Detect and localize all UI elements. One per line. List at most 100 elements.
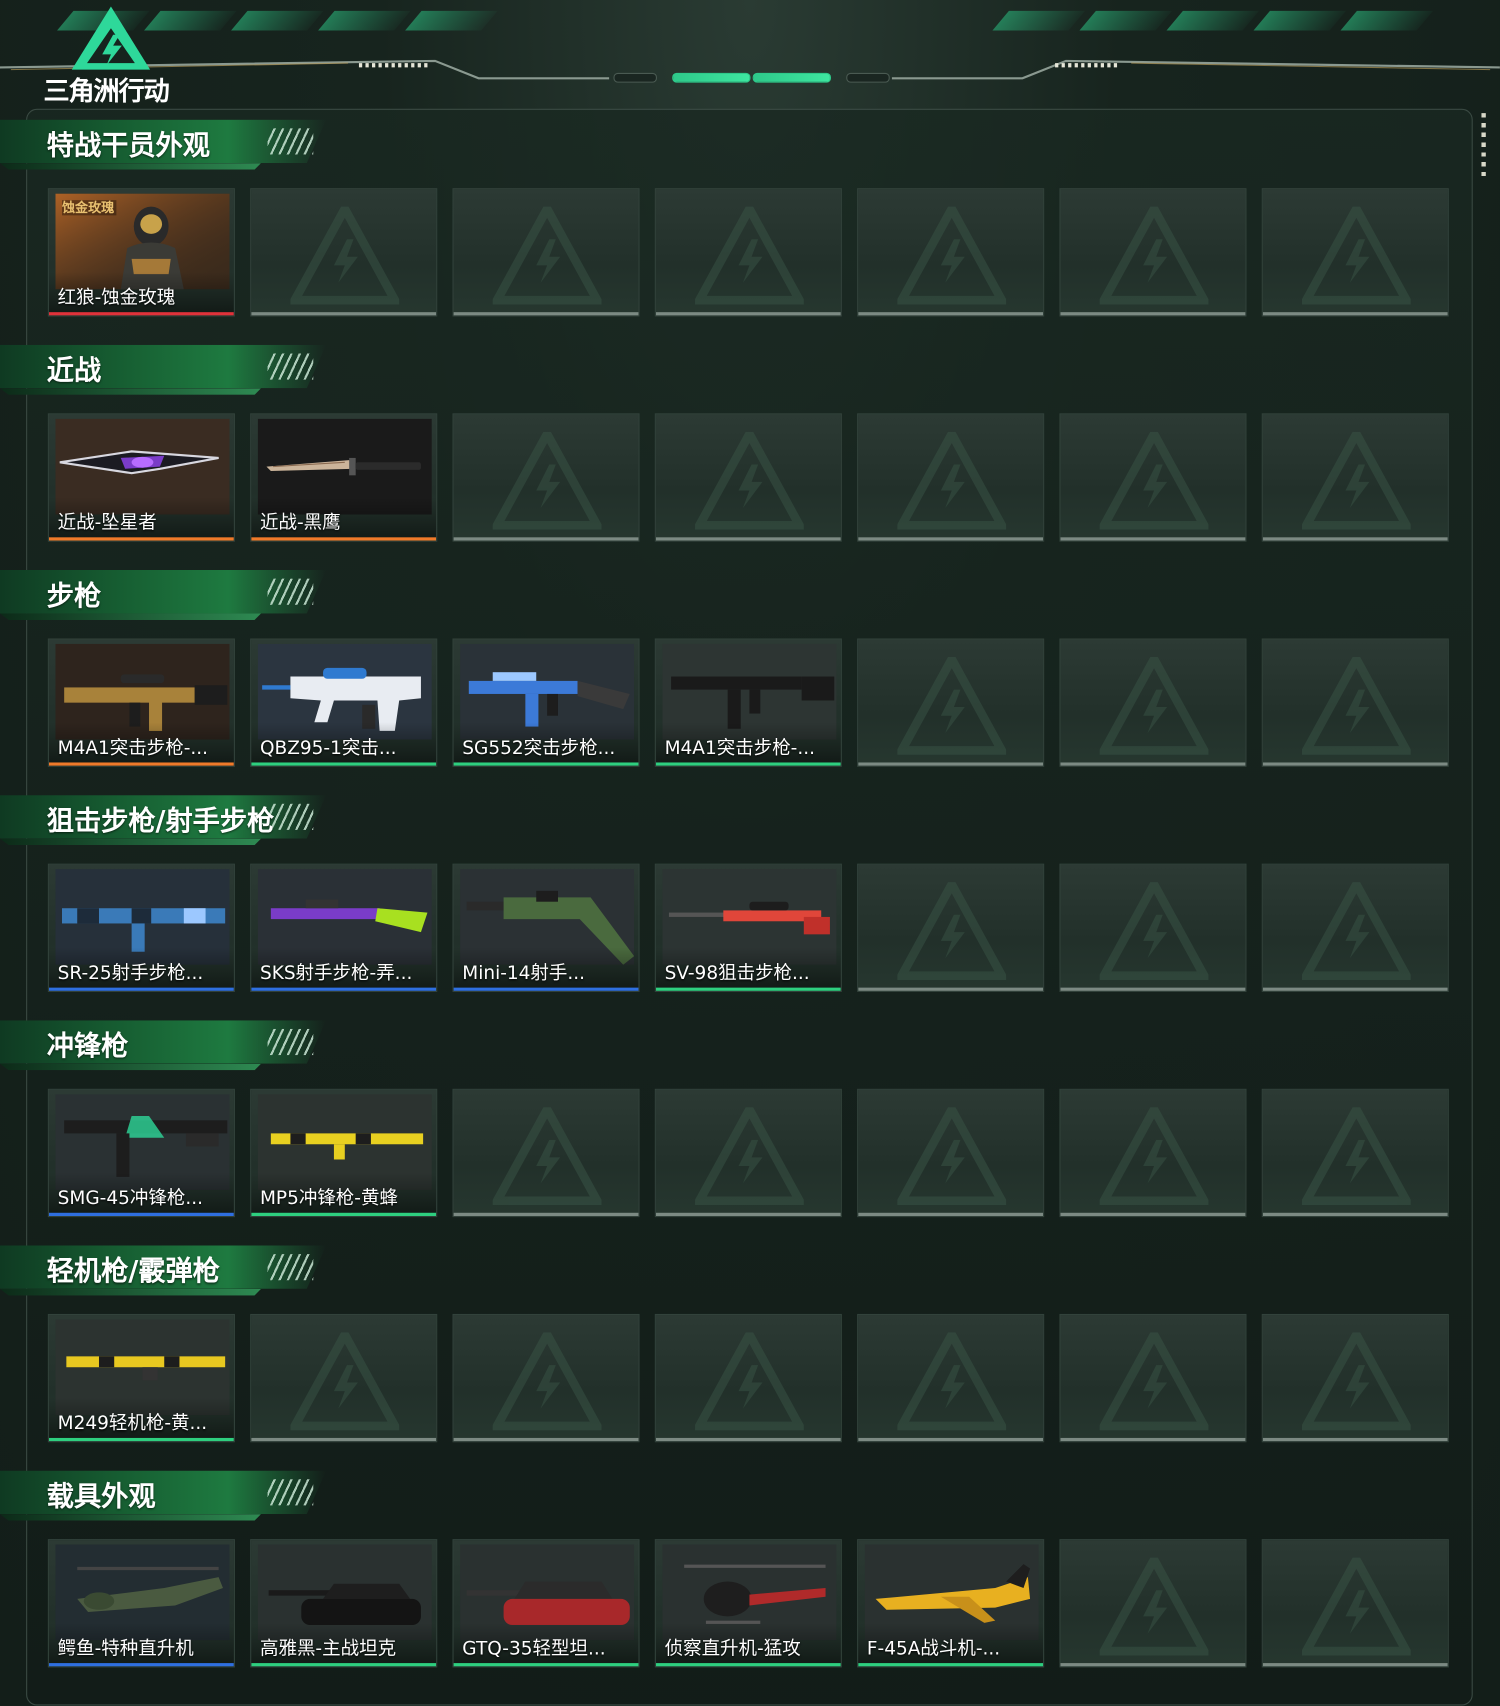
- empty-slot: [857, 863, 1045, 992]
- skin-card[interactable]: F-45A战斗机-...: [857, 1539, 1045, 1668]
- category-section: 近战 近战-坠星者 近战-黑鹰: [0, 334, 1500, 559]
- empty-slot: [857, 188, 1045, 317]
- delta-logo-placeholder-icon: [1099, 1557, 1209, 1656]
- slot-bottom-bar: [858, 762, 1044, 766]
- slot-bottom-bar: [858, 1437, 1044, 1442]
- delta-logo-placeholder-icon: [695, 431, 804, 530]
- slot-bottom-bar: [1060, 1212, 1246, 1217]
- header: 三角洲行动: [0, 0, 1500, 109]
- rarity-bar: [48, 1437, 234, 1442]
- header-underline: [0, 163, 262, 170]
- category-title: 轻机枪/霰弹枪: [46, 1255, 220, 1287]
- skin-card[interactable]: 高雅黑-主战坦克: [250, 1539, 438, 1668]
- delta-logo-placeholder-icon: [1301, 206, 1411, 305]
- header-underline: [0, 1288, 262, 1296]
- skin-name: SMG-45冲锋枪...: [57, 1187, 203, 1210]
- skin-name: SG552突击步枪...: [462, 737, 616, 760]
- empty-slot: [654, 188, 842, 317]
- category-section: 载具外观 鳄鱼-特种直升机 高雅黑-主战坦克 GTQ-35轻型坦... 侦察直升…: [0, 1460, 1500, 1685]
- category-title: 特战干员外观: [46, 129, 210, 161]
- category-header: 载具外观: [0, 1470, 327, 1523]
- skin-name: F-45A战斗机-...: [866, 1638, 1001, 1660]
- skin-card[interactable]: M4A1突击步枪-...: [47, 638, 235, 767]
- skin-card[interactable]: MP5冲锋枪-黄蜂: [250, 1088, 438, 1218]
- slot-bottom-bar: [251, 312, 437, 316]
- delta-logo-placeholder-icon: [1099, 206, 1209, 305]
- skin-name: SR-25射手步枪...: [57, 962, 204, 985]
- empty-slot: [1261, 1088, 1449, 1218]
- skin-card[interactable]: SKS射手步枪-弄...: [250, 863, 438, 992]
- logo-text: 三角洲行动: [43, 76, 170, 107]
- skin-card[interactable]: SV-98狙击步枪...: [654, 863, 842, 992]
- empty-slot: [1059, 1088, 1247, 1218]
- empty-slot: [1261, 1313, 1449, 1443]
- delta-logo-placeholder-icon: [897, 431, 1007, 530]
- empty-slot: [1261, 863, 1449, 992]
- header-hatch: [267, 578, 314, 605]
- empty-slot: [1059, 1539, 1247, 1668]
- skin-card[interactable]: 近战-坠星者: [47, 413, 235, 542]
- rarity-bar: [48, 1663, 234, 1667]
- header-hatch: [267, 803, 314, 830]
- rarity-bar: [48, 987, 234, 991]
- skin-card[interactable]: 红狼-蚀金玫瑰 蚀金玫瑰: [47, 188, 235, 317]
- empty-slot: [1261, 1539, 1449, 1668]
- skin-card[interactable]: Mini-14射手...: [452, 863, 640, 992]
- category-section: 冲锋枪 SMG-45冲锋枪... MP5冲锋枪-黄蜂: [0, 1009, 1500, 1234]
- skin-card[interactable]: M249轻机枪-黄...: [47, 1313, 235, 1443]
- category-section: 轻机枪/霰弹枪 M249轻机枪-黄...: [0, 1235, 1500, 1460]
- skin-name: 高雅黑-主战坦克: [259, 1638, 397, 1660]
- skin-card[interactable]: 侦察直升机-猛攻: [654, 1539, 842, 1668]
- delta-logo-placeholder-icon: [695, 1332, 804, 1431]
- page-indicator: [609, 70, 892, 85]
- rarity-bar: [858, 1663, 1044, 1667]
- empty-slot: [654, 413, 842, 542]
- delta-logo-placeholder-icon: [1301, 1332, 1411, 1431]
- skin-card[interactable]: 鳄鱼-特种直升机: [47, 1539, 235, 1668]
- skin-card[interactable]: GTQ-35轻型坦...: [452, 1539, 640, 1668]
- slot-bottom-bar: [858, 987, 1044, 991]
- empty-slot: [654, 1088, 842, 1218]
- header-hatch: [267, 1254, 314, 1281]
- slot-bottom-bar: [1262, 987, 1448, 991]
- empty-slot: [1059, 413, 1247, 542]
- rarity-bar: [655, 1663, 841, 1667]
- category-header: 狙击步枪/射手步枪: [0, 795, 327, 847]
- skin-card[interactable]: SMG-45冲锋枪...: [47, 1088, 235, 1218]
- delta-logo-placeholder-icon: [290, 206, 400, 305]
- empty-slot: [857, 638, 1045, 767]
- delta-logo-placeholder-icon: [1099, 1332, 1209, 1431]
- empty-slot: [1059, 863, 1247, 992]
- skin-name: 侦察直升机-猛攻: [664, 1638, 801, 1660]
- rarity-bar: [251, 1212, 437, 1217]
- skin-card[interactable]: SG552突击步枪...: [452, 638, 640, 767]
- empty-slot: [1059, 1313, 1247, 1443]
- empty-slot: [250, 1313, 438, 1443]
- slot-bottom-bar: [453, 1212, 639, 1217]
- delta-logo-placeholder-icon: [1099, 656, 1209, 755]
- slot-bottom-bar: [1262, 762, 1448, 766]
- empty-slot: [857, 413, 1045, 542]
- skin-name: M249轻机枪-黄...: [57, 1412, 208, 1435]
- header-underline: [0, 838, 262, 846]
- skin-card[interactable]: QBZ95-1突击...: [250, 638, 438, 767]
- slot-bottom-bar: [1060, 537, 1246, 541]
- empty-slot: [452, 188, 640, 317]
- skin-card[interactable]: SR-25射手步枪...: [47, 863, 235, 992]
- indicator-segment: [846, 72, 890, 83]
- delta-logo-placeholder-icon: [897, 1107, 1007, 1206]
- empty-slot: [857, 1088, 1045, 1218]
- delta-logo-placeholder-icon: [1099, 431, 1209, 530]
- delta-logo-placeholder-icon: [290, 1332, 400, 1431]
- slot-bottom-bar: [858, 537, 1044, 541]
- header-frame-lines: [0, 59, 1500, 80]
- skin-card[interactable]: 近战-黑鹰: [250, 413, 438, 542]
- slot-bottom-bar: [1262, 537, 1448, 541]
- header-hatch: [267, 353, 314, 380]
- delta-logo-placeholder-icon: [897, 206, 1007, 305]
- header-underline: [0, 388, 262, 395]
- skin-name: QBZ95-1突击...: [259, 737, 397, 760]
- category-header: 特战干员外观: [0, 119, 327, 172]
- slot-bottom-bar: [655, 537, 841, 541]
- skin-card[interactable]: M4A1突击步枪-...: [654, 638, 842, 767]
